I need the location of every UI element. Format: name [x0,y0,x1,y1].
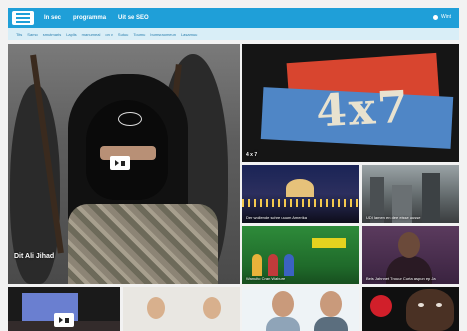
subnav-link-9[interactable]: bumsraomeun [150,32,176,37]
account-menu[interactable]: Wint [433,14,451,20]
subnav-link-8[interactable]: Toumu [133,32,145,37]
person-face [398,232,420,258]
city-caption: UDI lamen en dee eisse uusse [366,215,421,220]
city-lights [242,199,359,207]
hero-caption: Dit Ali Jihad [14,253,55,260]
user-icon [433,14,438,20]
person-face [203,297,221,319]
child-face [406,289,454,331]
account-label: Wint [441,14,451,20]
person [252,254,262,276]
eye [436,303,442,307]
four-x-seven-tile[interactable]: 4x7 4 x 7 [242,44,459,162]
child-portrait-tile[interactable] [362,287,459,331]
person-shirt [266,317,300,331]
capitol-dome [286,179,314,197]
red-badge-icon [370,295,392,317]
two-people-tile[interactable] [242,287,359,331]
subnav-link-3[interactable]: smutmaris [43,32,61,37]
hamburger-menu-icon[interactable] [12,11,34,25]
green-caption: Wanulto Cran Wabure [246,276,286,281]
portrait-tile[interactable]: Beis Jahnnet Trouur Curta aspun ep Ja [362,226,459,284]
nav-link-1[interactable]: In sec [44,15,61,21]
yellow-sign [312,238,346,248]
eye [418,303,424,307]
play-icon[interactable] [54,313,74,327]
sub-navigation-bar: Tits Samo smutmaris Laplis manumeal on v… [8,28,459,40]
person-face [320,291,342,317]
panel-discussion-tile[interactable] [123,287,240,331]
city-skyline-tile[interactable]: UDI lamen en dee eisse uusse [362,165,459,223]
four-x-seven-logo: 4x7 [314,81,412,138]
subnav-link-10[interactable]: Lasamuu [181,32,197,37]
capitol-night-tile[interactable]: Der wollende schre uuum Amerika [242,165,359,223]
night-caption: Der wollende schre uuum Amerika [246,215,307,220]
camouflage-clothing [68,204,218,284]
person [268,254,278,276]
headband-logo [118,112,142,126]
hero-video-tile[interactable]: Dit Ali Jihad [8,44,240,284]
subnav-link-7[interactable]: Sutuu [118,32,128,37]
subnav-link-6[interactable]: on v [105,32,113,37]
crowd-event-tile[interactable]: Wanulto Cran Wabure [242,226,359,284]
top-navigation-bar: In sec programma Uit se SEO Wint [8,8,459,28]
subnav-link-4[interactable]: Laplis [66,32,76,37]
building [422,173,440,223]
subnav-link-1[interactable]: Tits [16,32,22,37]
subnav-link-2[interactable]: Samo [27,32,37,37]
person [284,254,294,276]
person-shirt [314,317,348,331]
nav-link-3[interactable]: Uit se SEO [118,15,149,21]
person-face [147,297,165,319]
presentation-tile[interactable] [8,287,120,331]
nav-link-2[interactable]: programma [73,15,106,21]
four-x-seven-caption: 4 x 7 [246,152,258,158]
play-icon[interactable] [110,156,130,170]
person-face [272,291,294,317]
subnav-link-5[interactable]: manumeal [82,32,101,37]
purple-caption: Beis Jahnnet Trouur Curta aspun ep Ja [366,276,436,281]
